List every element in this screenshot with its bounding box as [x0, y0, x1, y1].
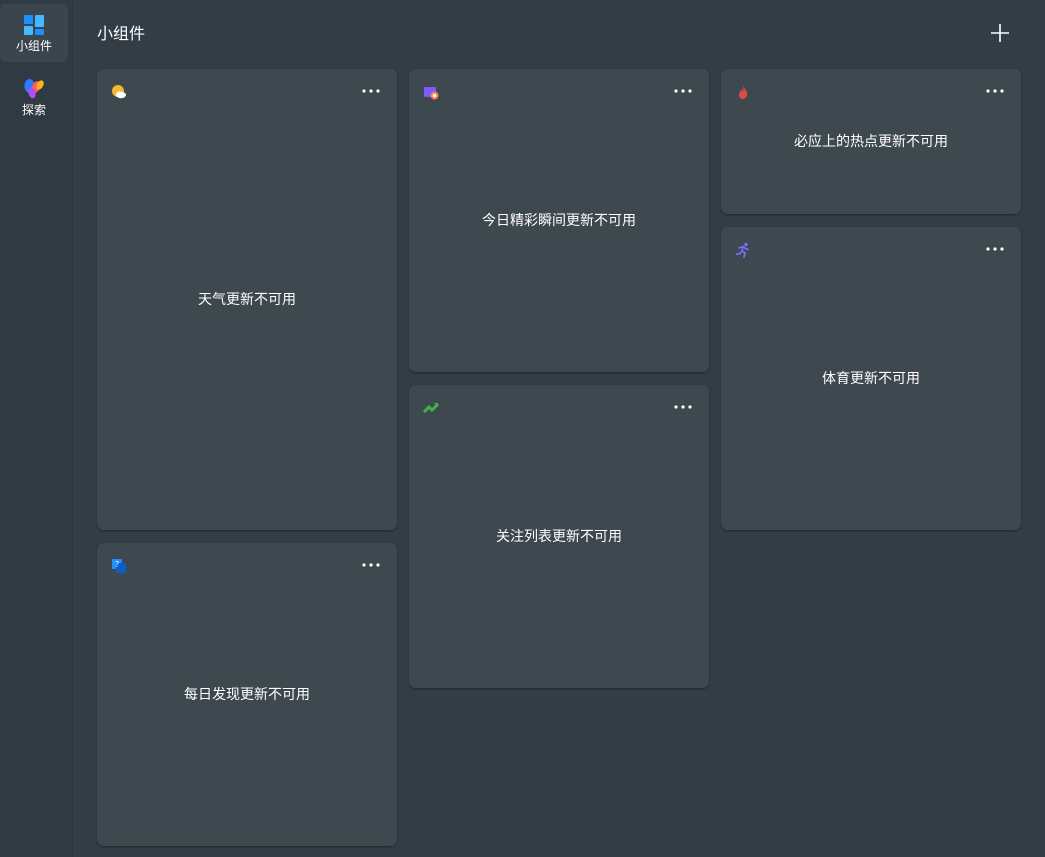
sports-widget[interactable]: 体育更新不可用 — [721, 227, 1021, 530]
trending-widget[interactable]: 必应上的热点更新不可用 — [721, 69, 1021, 214]
nav-item-widgets[interactable]: 小组件 — [0, 4, 68, 62]
photo-icon — [424, 87, 439, 100]
moments-widget[interactable]: 今日精彩瞬间更新不可用 — [409, 69, 709, 372]
add-widget-button[interactable] — [985, 18, 1015, 48]
widget-status-text: 体育更新不可用 — [822, 370, 920, 387]
widget-status-text: 今日精彩瞬间更新不可用 — [482, 212, 636, 229]
watchlist-widget[interactable]: 关注列表更新不可用 — [409, 385, 709, 688]
more-icon — [362, 89, 380, 93]
plus-icon — [991, 24, 1009, 42]
more-options-button[interactable] — [359, 557, 383, 573]
nav-item-label: 探索 — [21, 103, 46, 117]
page-title: 小组件 — [97, 24, 146, 43]
nav-item-explore[interactable]: 探索 — [0, 68, 68, 126]
widget-status-text: 关注列表更新不可用 — [496, 528, 622, 545]
stocks-icon — [423, 402, 439, 414]
explore-icon — [24, 79, 44, 99]
more-icon — [986, 247, 1004, 251]
more-icon — [986, 89, 1004, 93]
more-options-button[interactable] — [359, 83, 383, 99]
nav-item-label: 小组件 — [15, 39, 52, 53]
discover-widget[interactable]: ? 每日发现更新不可用 — [97, 543, 397, 846]
widget-status-text: 每日发现更新不可用 — [184, 686, 310, 703]
discover-icon: ? — [112, 559, 126, 573]
more-icon — [362, 563, 380, 567]
widget-status-text: 必应上的热点更新不可用 — [794, 133, 948, 150]
weather-icon — [112, 85, 126, 99]
more-icon — [674, 405, 692, 409]
nav-rail: 小组件 探索 — [0, 0, 73, 857]
trending-icon — [739, 85, 748, 99]
more-options-button[interactable] — [671, 399, 695, 415]
more-options-button[interactable] — [983, 83, 1007, 99]
weather-widget[interactable]: 天气更新不可用 — [97, 69, 397, 530]
svg-text:?: ? — [115, 560, 119, 569]
widgets-board: 小组件 探索 小组件 天气更新不可用 ? 每日发现更新不可用 今日精彩瞬间更新不… — [0, 0, 1045, 857]
widget-status-text: 天气更新不可用 — [198, 291, 296, 308]
more-options-button[interactable] — [671, 83, 695, 99]
more-options-button[interactable] — [983, 241, 1007, 257]
more-icon — [674, 89, 692, 93]
sports-icon — [735, 242, 749, 258]
widgets-icon — [24, 15, 44, 35]
